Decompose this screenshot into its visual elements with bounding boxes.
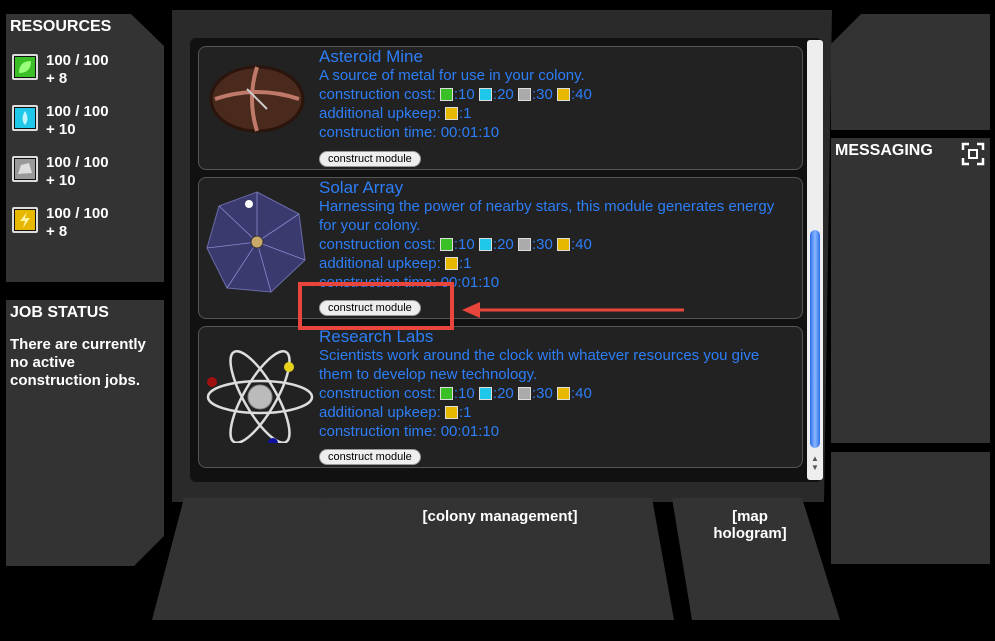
module-cost: construction cost: :10 :20 :30 :40 (319, 385, 592, 402)
module-upkeep: additional upkeep: :1 (319, 404, 472, 421)
resource-food-rate: + 8 (46, 70, 68, 87)
resources-title: RESOURCES (10, 18, 112, 35)
module-upkeep: additional upkeep: :1 (319, 105, 472, 122)
module-description: Harnessing the power of nearby stars, th… (319, 198, 775, 234)
leaf-icon (439, 387, 453, 400)
module-card-solar-array: Solar Array Harnessing the power of near… (198, 177, 803, 319)
messaging-title: MESSAGING (835, 142, 933, 159)
module-card-asteroid-mine: Asteroid Mine A source of metal for use … (198, 46, 803, 170)
expand-icon[interactable] (961, 142, 985, 166)
resource-water-amount: 100 / 100 (46, 103, 109, 120)
construct-module-button[interactable]: construct module (319, 151, 421, 167)
module-name: Solar Array (319, 178, 404, 197)
scrollbar-thumb[interactable] (810, 230, 820, 448)
lightning-icon (444, 257, 458, 270)
module-upkeep: additional upkeep: :1 (319, 255, 472, 272)
lightning-icon (444, 107, 458, 120)
metal-icon (517, 387, 531, 400)
colony-management-link[interactable]: [colony management] (410, 508, 590, 525)
asteroid-mine-image (209, 65, 305, 133)
module-description: Scientists work around the clock with wh… (319, 347, 760, 383)
resources-panel: RESOURCES 100 / 100 + 8 100 / 100 + 10 1… (6, 14, 164, 282)
lightning-icon (556, 238, 570, 251)
resource-water-rate: + 10 (46, 121, 76, 138)
research-labs-image (206, 350, 314, 443)
resource-metal-amount: 100 / 100 (46, 154, 109, 171)
resource-metal-rate: + 10 (46, 172, 76, 189)
job-status-message: There are currently no active constructi… (10, 336, 146, 389)
solar-array-image (206, 191, 306, 293)
job-status-panel: JOB STATUS There are currently no active… (6, 300, 164, 566)
resource-energy-rate: + 8 (46, 223, 68, 240)
module-time: construction time: 00:01:10 (319, 423, 500, 440)
module-card-research-labs: Research Labs Scientists work around the… (198, 326, 803, 468)
resource-energy-amount: 100 / 100 (46, 205, 109, 222)
module-cost: construction cost: :10 :20 :30 :40 (319, 236, 592, 253)
lightning-icon (556, 387, 570, 400)
module-time: construction time: 00:01:10 (319, 124, 500, 141)
lightning-icon (12, 207, 38, 233)
highlight-box (298, 282, 454, 330)
module-description: A source of metal for use in your colony… (319, 67, 585, 84)
right-bottom-panel (831, 452, 990, 564)
water-drop-icon (12, 105, 38, 131)
lightning-icon (444, 406, 458, 419)
scroll-arrows-icon[interactable]: ▲ ▼ (811, 454, 819, 472)
map-hologram-link[interactable]: [map hologram] (705, 508, 795, 542)
module-name: Asteroid Mine (319, 47, 423, 66)
water-drop-icon (478, 238, 492, 251)
leaf-icon (439, 238, 453, 251)
leaf-icon (12, 54, 38, 80)
highlight-arrow-icon (462, 302, 684, 318)
water-drop-icon (478, 88, 492, 101)
leaf-icon (439, 88, 453, 101)
resource-food-amount: 100 / 100 (46, 52, 109, 69)
job-status-title: JOB STATUS (10, 304, 109, 321)
scrollbar[interactable]: ▲ ▼ (807, 40, 823, 480)
metal-icon (517, 238, 531, 251)
metal-icon (12, 156, 38, 182)
module-cost: construction cost: :10 :20 :30 :40 (319, 86, 592, 103)
messaging-panel: MESSAGING (831, 138, 990, 443)
right-top-panel (831, 14, 990, 130)
lightning-icon (556, 88, 570, 101)
metal-icon (517, 88, 531, 101)
water-drop-icon (478, 387, 492, 400)
construct-module-button[interactable]: construct module (319, 449, 421, 465)
